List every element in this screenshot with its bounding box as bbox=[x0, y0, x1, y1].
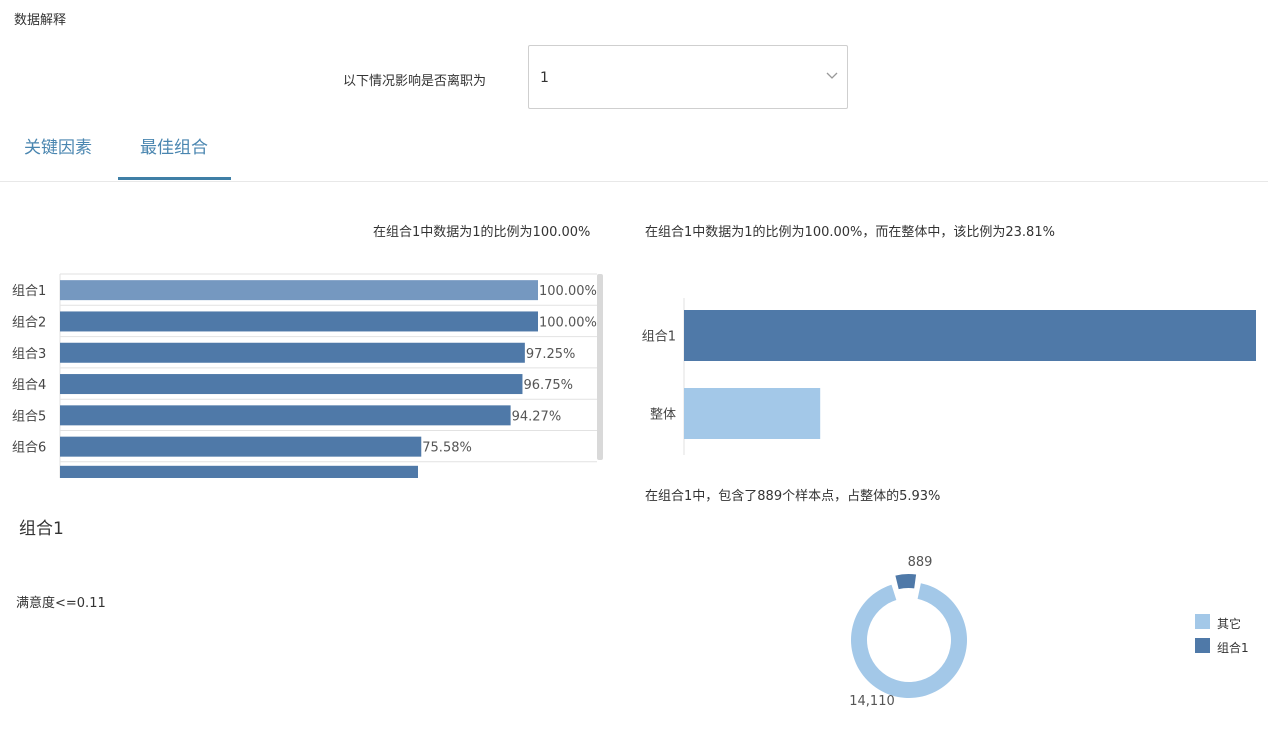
bar-category-label: 组合6 bbox=[12, 441, 46, 456]
bar-组合5 bbox=[60, 405, 511, 426]
bar-组合4 bbox=[60, 374, 523, 395]
bar-value-label: 97.25% bbox=[526, 347, 576, 362]
comparison-chart: 组合1 整体 bbox=[642, 298, 1256, 455]
chevron-down-icon bbox=[826, 72, 838, 79]
combination-ranking-chart: 组合1 100.00% 组合2 100.00% 组合3 97.25% 组合4 96.75% 组合… bbox=[0, 268, 610, 478]
tab-bar: 关键因素 最佳组合 bbox=[0, 120, 1268, 182]
legend-label-other[interactable]: 其它 bbox=[1217, 615, 1241, 632]
bar-category-label: 整体 bbox=[650, 408, 676, 423]
chart-scrollbar[interactable] bbox=[597, 274, 603, 460]
bar-value-label: 96.75% bbox=[523, 378, 573, 393]
left-chart-caption: 在组合1中数据为1的比例为100.00% bbox=[373, 225, 591, 240]
tab-best-combination[interactable]: 最佳组合 bbox=[140, 133, 208, 158]
bar-value-label: 94.27% bbox=[512, 409, 562, 424]
slice-组合1 bbox=[895, 574, 917, 590]
bar-组合1 bbox=[60, 280, 538, 301]
filter-label: 以下情况影响是否离职为 bbox=[343, 74, 487, 89]
legend-swatch-other bbox=[1195, 614, 1210, 629]
bar-value-label: 100.00% bbox=[539, 284, 597, 299]
bar-组合1 bbox=[684, 310, 1256, 361]
bar-category-label: 组合4 bbox=[12, 378, 46, 393]
outcome-select[interactable]: 1 bbox=[528, 45, 848, 109]
outcome-select-value: 1 bbox=[540, 70, 549, 86]
bar-组合6 bbox=[60, 436, 422, 457]
slice-value-label: 889 bbox=[908, 555, 933, 570]
bar-组合3 bbox=[60, 342, 525, 363]
bar-整体 bbox=[684, 388, 821, 439]
donut-legend: 其它 组合1 bbox=[1195, 612, 1275, 662]
active-tab-indicator bbox=[118, 177, 231, 180]
bar-category-label: 组合2 bbox=[12, 315, 46, 330]
bar-category-label: 组合1 bbox=[12, 284, 46, 299]
legend-label-combo1[interactable]: 组合1 bbox=[1217, 639, 1249, 656]
donut-caption: 在组合1中，包含了889个样本点，占整体的5.93% bbox=[645, 489, 941, 504]
combo-title: 组合1 bbox=[19, 519, 64, 539]
sample-donut-chart: 889 14,110 bbox=[849, 555, 967, 709]
combo-condition: 满意度<=0.11 bbox=[16, 596, 106, 611]
bar-category-label: 组合5 bbox=[12, 409, 46, 424]
slice-其它 bbox=[851, 583, 967, 698]
bar-category-label: 组合1 bbox=[642, 330, 676, 345]
bar-组合2 bbox=[60, 311, 538, 332]
page-title: 数据解释 bbox=[14, 13, 67, 28]
bar-value-label: 75.58% bbox=[422, 441, 472, 456]
bar-value-label: 100.00% bbox=[539, 315, 597, 330]
bar-partial bbox=[60, 465, 418, 478]
tab-key-factors[interactable]: 关键因素 bbox=[24, 133, 92, 158]
slice-value-label: 14,110 bbox=[849, 694, 895, 709]
legend-swatch-combo1 bbox=[1195, 638, 1210, 653]
bar-category-label: 组合3 bbox=[12, 347, 46, 362]
right-chart-caption: 在组合1中数据为1的比例为100.00%，而在整体中，该比例为23.81% bbox=[645, 225, 1055, 240]
ranking-chart-svg: 组合1 100.00% 组合2 100.00% 组合3 97.25% 组合4 96.75% 组合… bbox=[12, 273, 597, 478]
